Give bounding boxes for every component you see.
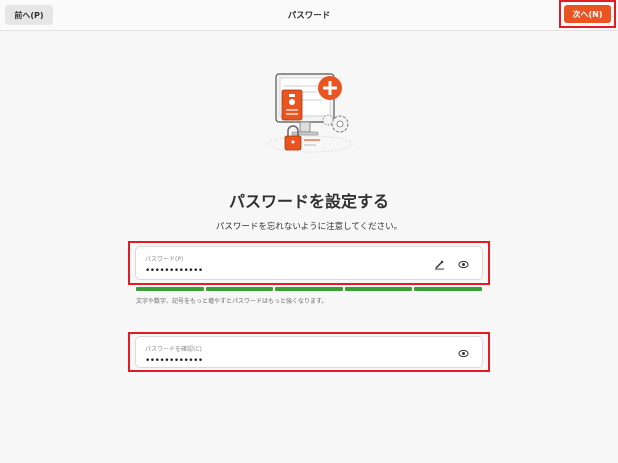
eye-icon[interactable] — [456, 257, 470, 271]
password-strength-bar — [136, 287, 482, 291]
page-description: パスワードを忘れないように注意してください。 — [215, 222, 403, 232]
strength-segment — [136, 287, 204, 291]
strength-segment — [275, 287, 343, 291]
header-bar: 前へ(P) パスワード 次へ(N) — [0, 0, 618, 31]
password-illustration — [267, 73, 353, 153]
password-strength-hint: 文字や数字、記号をもっと増やすとパスワードはもっと強くなります。 — [136, 298, 328, 305]
page-header-title: パスワード — [287, 11, 331, 21]
password-field[interactable]: パスワード(P) •••••••••••• — [135, 246, 483, 280]
confirm-field-label: パスワードを確認(C) — [145, 346, 202, 353]
strength-segment — [205, 287, 274, 291]
password-input[interactable]: •••••••••••• — [145, 267, 203, 276]
page-title: パスワードを設定する — [228, 192, 389, 211]
strength-segment — [414, 287, 482, 291]
confirm-password-input[interactable]: •••••••••••• — [145, 357, 203, 366]
next-button-highlight: 次へ(N) — [559, 0, 616, 28]
confirm-password-field[interactable]: パスワードを確認(C) •••••••••••• — [135, 336, 483, 368]
wand-icon[interactable] — [432, 257, 446, 271]
password-field-label: パスワード(P) — [145, 256, 184, 263]
strength-segment — [344, 287, 413, 291]
eye-icon[interactable] — [456, 346, 470, 360]
next-button[interactable]: 次へ(N) — [564, 5, 611, 23]
